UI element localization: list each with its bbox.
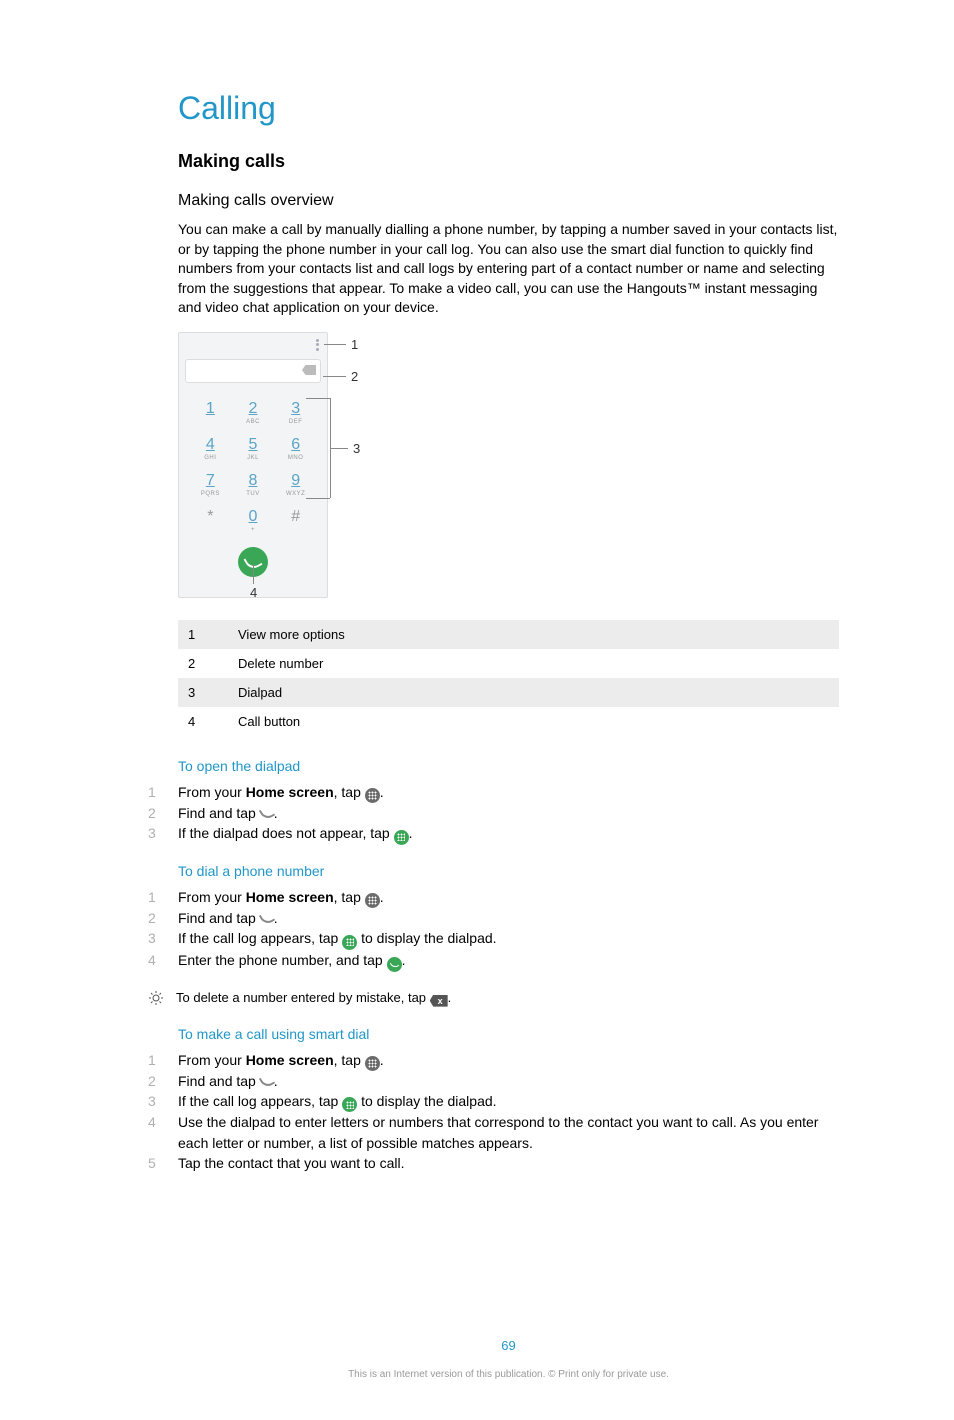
tip-bulb-icon: [148, 990, 164, 1008]
keypad-key: 6MNO: [274, 431, 317, 467]
legend-num: 4: [178, 707, 228, 736]
legend-label: Dialpad: [228, 678, 839, 707]
apps-icon: [365, 1056, 380, 1071]
keypad-key: 1: [189, 395, 232, 431]
apps-icon: [365, 893, 380, 908]
page-title: Calling: [178, 90, 839, 127]
dialpad-icon: [394, 830, 409, 845]
step: From your Home screen, tap .: [178, 782, 839, 803]
step: Use the dialpad to enter letters or numb…: [178, 1112, 839, 1153]
procedure-title: To open the dialpad: [178, 758, 839, 774]
legend-num: 2: [178, 649, 228, 678]
page-footer: 69 This is an Internet version of this p…: [178, 1338, 839, 1380]
tip: To delete a number entered by mistake, t…: [148, 990, 839, 1008]
step: From your Home screen, tap .: [178, 1050, 839, 1071]
phone-toolbar: [179, 333, 327, 357]
procedure-steps: From your Home screen, tap . Find and ta…: [178, 887, 839, 972]
callout-2: 2: [351, 369, 358, 384]
callout-line-3t: [306, 398, 330, 399]
keypad-key: 8TUV: [232, 467, 275, 503]
number-input-field: [185, 359, 321, 383]
copyright-text: This is an Internet version of this publ…: [178, 1369, 839, 1380]
callout-line-3h: [330, 448, 348, 449]
callout-4: 4: [250, 585, 257, 600]
procedure-steps: From your Home screen, tap . Find and ta…: [178, 1050, 839, 1174]
legend-label: Call button: [228, 707, 839, 736]
dialpad-icon: [342, 1097, 357, 1112]
phone-icon: [260, 912, 274, 926]
step: Find and tap .: [178, 908, 839, 928]
legend-num: 3: [178, 678, 228, 707]
legend-num: 1: [178, 620, 228, 649]
callout-line-2: [323, 376, 346, 377]
subsection-heading: Making calls overview: [178, 192, 839, 210]
dialpad-figure: 1 2ABC3DEF4GHI5JKL6MNO7PQRS8TUV9WXYZ* 0+…: [178, 332, 438, 602]
table-row: 1 View more options: [178, 620, 839, 649]
legend-label: View more options: [228, 620, 839, 649]
step: From your Home screen, tap .: [178, 887, 839, 908]
phone-mock: 1 2ABC3DEF4GHI5JKL6MNO7PQRS8TUV9WXYZ* 0+…: [178, 332, 328, 598]
procedure-title: To make a call using smart dial: [178, 1026, 839, 1042]
overview-paragraph: You can make a call by manually dialling…: [178, 220, 839, 318]
step: Find and tap .: [178, 1071, 839, 1091]
keypad-key: 2ABC: [232, 395, 275, 431]
procedure-steps: From your Home screen, tap . Find and ta…: [178, 782, 839, 845]
apps-icon: [365, 788, 380, 803]
keypad-key: 0+: [232, 503, 275, 539]
keypad-key: 4GHI: [189, 431, 232, 467]
keypad-key: 3DEF: [274, 395, 317, 431]
callout-line-4: [253, 564, 254, 584]
phone-icon: [260, 807, 274, 821]
tip-text: To delete a number entered by mistake, t…: [176, 990, 451, 1007]
callout-3: 3: [353, 441, 360, 456]
table-row: 4 Call button: [178, 707, 839, 736]
step: Tap the contact that you want to call.: [178, 1153, 839, 1173]
section-heading: Making calls: [178, 151, 839, 172]
callout-1: 1: [351, 337, 358, 352]
keypad-key: 5JKL: [232, 431, 275, 467]
keypad-key: #: [274, 503, 317, 539]
keypad-key: 7PQRS: [189, 467, 232, 503]
legend-label: Delete number: [228, 649, 839, 678]
backspace-icon: x: [430, 995, 448, 1007]
dialpad-icon: [342, 935, 357, 950]
keypad: 1 2ABC3DEF4GHI5JKL6MNO7PQRS8TUV9WXYZ* 0+…: [179, 389, 327, 543]
page-number: 69: [178, 1338, 839, 1353]
phone-icon: [260, 1075, 274, 1089]
step: If the call log appears, tap to display …: [178, 928, 839, 950]
more-options-icon: [316, 339, 319, 351]
table-row: 2 Delete number: [178, 649, 839, 678]
procedure-title: To dial a phone number: [178, 863, 839, 879]
table-row: 3 Dialpad: [178, 678, 839, 707]
callout-line-1: [324, 344, 346, 345]
legend-table: 1 View more options 2 Delete number 3 Di…: [178, 620, 839, 736]
step: Enter the phone number, and tap .: [178, 950, 839, 972]
callout-line-3b: [306, 498, 330, 499]
call-icon: [387, 957, 402, 972]
delete-icon: [302, 365, 316, 375]
step: If the call log appears, tap to display …: [178, 1091, 839, 1113]
keypad-key: *: [189, 503, 232, 539]
step: If the dialpad does not appear, tap .: [178, 823, 839, 845]
step: Find and tap .: [178, 803, 839, 823]
